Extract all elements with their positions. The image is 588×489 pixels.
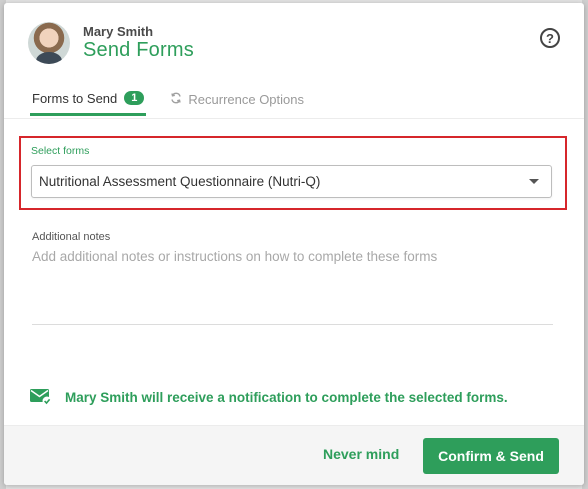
tab-bar: Forms to Send 1 Recurrence Options — [30, 83, 306, 116]
selected-form-value: Nutritional Assessment Questionnaire (Nu… — [39, 174, 321, 189]
never-mind-button[interactable]: Never mind — [323, 446, 399, 462]
tab-label: Recurrence Options — [188, 92, 305, 107]
notification-notice: Mary Smith will receive a notification t… — [30, 388, 508, 406]
refresh-icon — [170, 92, 182, 107]
select-forms-dropdown[interactable]: Nutritional Assessment Questionnaire (Nu… — [31, 165, 552, 198]
patient-name: Mary Smith — [83, 24, 154, 39]
additional-notes-input[interactable] — [32, 249, 553, 325]
send-forms-modal: Mary Smith Send Forms ? Forms to Send 1 … — [4, 3, 584, 485]
tab-forms-to-send[interactable]: Forms to Send 1 — [30, 83, 147, 116]
avatar — [28, 22, 70, 64]
modal-header: Mary Smith Send Forms ? — [4, 3, 584, 83]
confirm-send-button[interactable]: Confirm & Send — [423, 438, 559, 474]
modal-title: Send Forms — [83, 39, 194, 61]
tabs-divider — [4, 118, 584, 119]
tab-label: Forms to Send — [32, 90, 118, 106]
forms-count-badge: 1 — [124, 91, 145, 105]
notification-text: Mary Smith will receive a notification t… — [65, 389, 508, 405]
modal-footer: Never mind Confirm & Send — [4, 425, 584, 485]
additional-notes-label: Additional notes — [32, 231, 111, 243]
select-forms-label: Select forms — [31, 145, 90, 157]
caret-down-icon — [529, 179, 539, 184]
envelope-check-icon — [30, 388, 52, 406]
help-icon[interactable]: ? — [540, 28, 560, 48]
tab-recurrence-options[interactable]: Recurrence Options — [168, 83, 306, 116]
select-forms-section: Select forms Nutritional Assessment Ques… — [19, 136, 567, 210]
